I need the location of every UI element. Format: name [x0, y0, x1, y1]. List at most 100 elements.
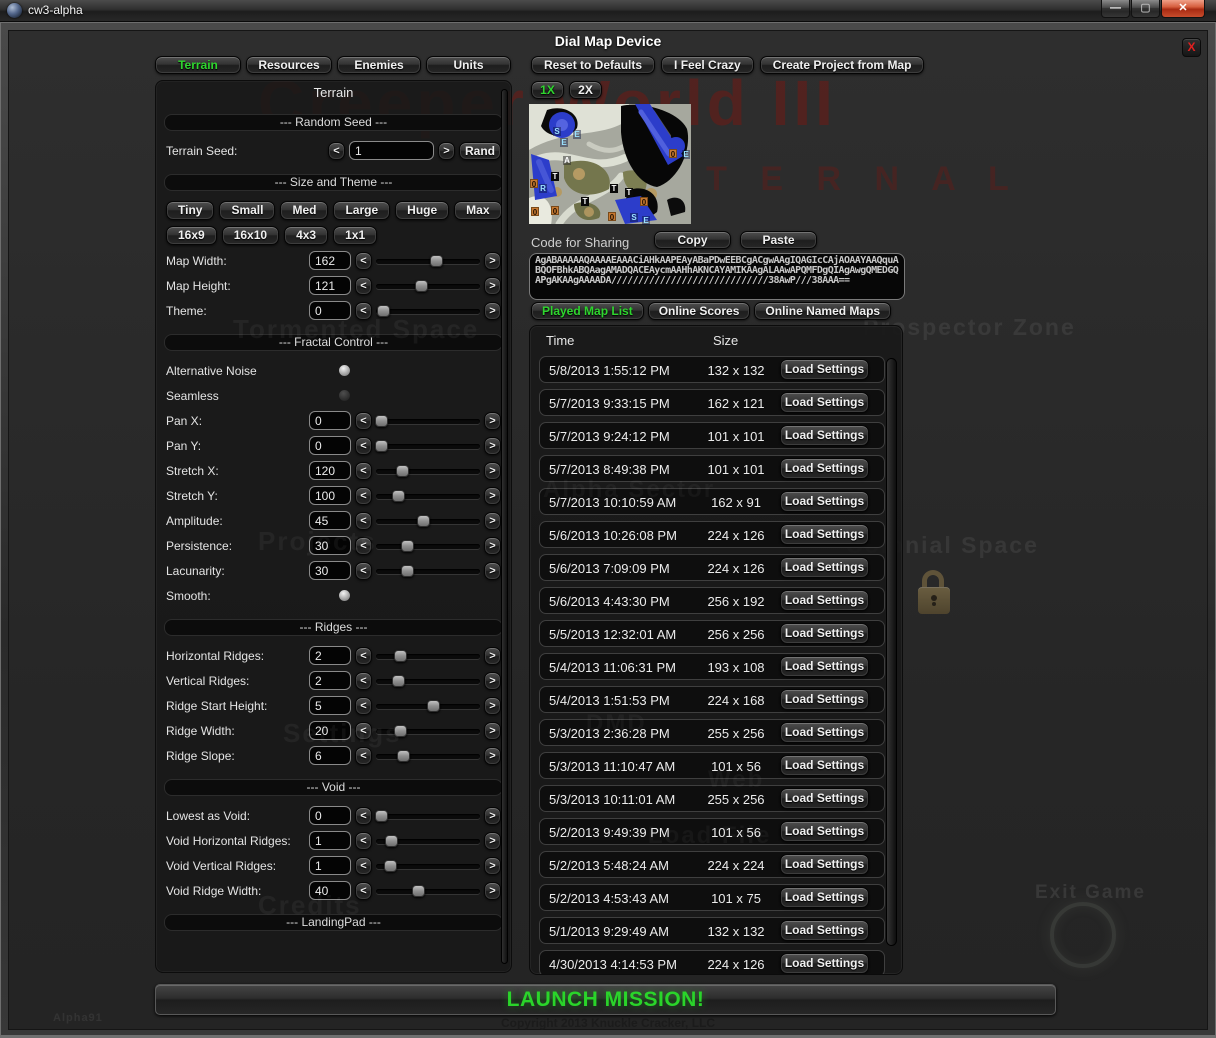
rand-button[interactable]: Rand	[459, 142, 501, 160]
slider[interactable]	[376, 539, 480, 553]
value-input[interactable]	[309, 486, 351, 505]
decrement-button[interactable]: <	[355, 462, 372, 480]
slider[interactable]	[376, 699, 480, 713]
tab-played-map-list[interactable]: Played Map List	[531, 302, 644, 320]
increment-button[interactable]: >	[484, 462, 501, 480]
slider-handle[interactable]	[401, 565, 414, 577]
slider-track[interactable]	[376, 754, 480, 759]
decrement-button[interactable]: <	[355, 537, 372, 555]
slider-handle[interactable]	[384, 860, 397, 872]
increment-button[interactable]: >	[484, 857, 501, 875]
increment-button[interactable]: >	[484, 697, 501, 715]
list-scrollbar-thumb[interactable]	[886, 358, 897, 946]
preset-button-4x3[interactable]: 4x3	[284, 226, 328, 245]
slider[interactable]	[376, 809, 480, 823]
load-settings-button[interactable]: Load Settings	[780, 689, 869, 710]
increment-button[interactable]: >	[484, 882, 501, 900]
load-settings-button[interactable]: Load Settings	[780, 755, 869, 776]
increment-button[interactable]: >	[484, 672, 501, 690]
decrement-button[interactable]: <	[355, 252, 372, 270]
load-settings-button[interactable]: Load Settings	[780, 524, 869, 545]
value-input[interactable]	[309, 831, 351, 850]
slider-handle[interactable]	[396, 465, 409, 477]
scale-1x-button[interactable]: 1X	[531, 81, 564, 99]
slider-handle[interactable]	[401, 540, 414, 552]
tab-terrain[interactable]: Terrain	[155, 56, 241, 74]
decrement-button[interactable]: <	[355, 672, 372, 690]
close-button[interactable]: ✕	[1161, 0, 1205, 18]
slider-handle[interactable]	[392, 490, 405, 502]
slider-handle[interactable]	[375, 810, 388, 822]
toggle-knob[interactable]	[338, 364, 351, 377]
slider[interactable]	[376, 884, 480, 898]
slider-handle[interactable]	[375, 440, 388, 452]
decrement-button[interactable]: <	[355, 697, 372, 715]
slider[interactable]	[376, 439, 480, 453]
slider[interactable]	[376, 489, 480, 503]
decrement-button[interactable]: <	[355, 487, 372, 505]
minimize-button[interactable]: —	[1101, 0, 1130, 18]
slider-handle[interactable]	[417, 515, 430, 527]
slider-handle[interactable]	[430, 255, 443, 267]
slider[interactable]	[376, 304, 480, 318]
value-input[interactable]	[309, 696, 351, 715]
increment-button[interactable]: >	[484, 807, 501, 825]
value-input[interactable]	[309, 806, 351, 825]
value-input[interactable]	[309, 536, 351, 555]
slider-track[interactable]	[376, 284, 480, 289]
toggle-knob[interactable]	[338, 389, 351, 402]
slider-handle[interactable]	[385, 835, 398, 847]
decrement-button[interactable]: <	[355, 857, 372, 875]
load-settings-button[interactable]: Load Settings	[780, 491, 869, 512]
preset-button-1x1[interactable]: 1x1	[333, 226, 377, 245]
decrement-button[interactable]: <	[355, 832, 372, 850]
slider-handle[interactable]	[392, 675, 405, 687]
increment-button[interactable]: >	[484, 537, 501, 555]
increment-button[interactable]: >	[484, 832, 501, 850]
preset-button-small[interactable]: Small	[219, 201, 275, 220]
load-settings-button[interactable]: Load Settings	[780, 887, 869, 908]
slider[interactable]	[376, 859, 480, 873]
value-input[interactable]	[309, 671, 351, 690]
slider[interactable]	[376, 724, 480, 738]
seed-increment-button[interactable]: >	[438, 142, 455, 160]
increment-button[interactable]: >	[484, 412, 501, 430]
scale-2x-button[interactable]: 2X	[569, 81, 602, 99]
slider-track[interactable]	[376, 444, 480, 449]
value-input[interactable]	[309, 276, 351, 295]
load-settings-button[interactable]: Load Settings	[780, 392, 869, 413]
load-settings-button[interactable]: Load Settings	[780, 920, 869, 941]
load-settings-button[interactable]: Load Settings	[780, 458, 869, 479]
slider[interactable]	[376, 834, 480, 848]
slider[interactable]	[376, 674, 480, 688]
preset-button-max[interactable]: Max	[454, 201, 501, 220]
slider[interactable]	[376, 749, 480, 763]
tab-online-scores[interactable]: Online Scores	[648, 302, 751, 320]
preset-button-tiny[interactable]: Tiny	[166, 201, 214, 220]
increment-button[interactable]: >	[484, 562, 501, 580]
load-settings-button[interactable]: Load Settings	[780, 656, 869, 677]
dialog-close-button[interactable]: X	[1182, 38, 1201, 57]
value-input[interactable]	[309, 561, 351, 580]
increment-button[interactable]: >	[484, 512, 501, 530]
slider-track[interactable]	[376, 729, 480, 734]
decrement-button[interactable]: <	[355, 562, 372, 580]
tab-online-named-maps[interactable]: Online Named Maps	[754, 302, 891, 320]
slider-handle[interactable]	[394, 650, 407, 662]
maximize-button[interactable]: ▢	[1131, 0, 1160, 18]
slider-track[interactable]	[376, 654, 480, 659]
increment-button[interactable]: >	[484, 747, 501, 765]
preset-button-16x9[interactable]: 16x9	[166, 226, 217, 245]
load-settings-button[interactable]: Load Settings	[780, 590, 869, 611]
tab-enemies[interactable]: Enemies	[337, 56, 421, 74]
decrement-button[interactable]: <	[355, 882, 372, 900]
slider[interactable]	[376, 254, 480, 268]
slider-handle[interactable]	[427, 700, 440, 712]
decrement-button[interactable]: <	[355, 747, 372, 765]
value-input[interactable]	[309, 411, 351, 430]
slider-handle[interactable]	[377, 305, 390, 317]
decrement-button[interactable]: <	[355, 412, 372, 430]
titlebar[interactable]: cw3-alpha	[0, 0, 1216, 22]
slider-track[interactable]	[376, 419, 480, 424]
slider[interactable]	[376, 464, 480, 478]
